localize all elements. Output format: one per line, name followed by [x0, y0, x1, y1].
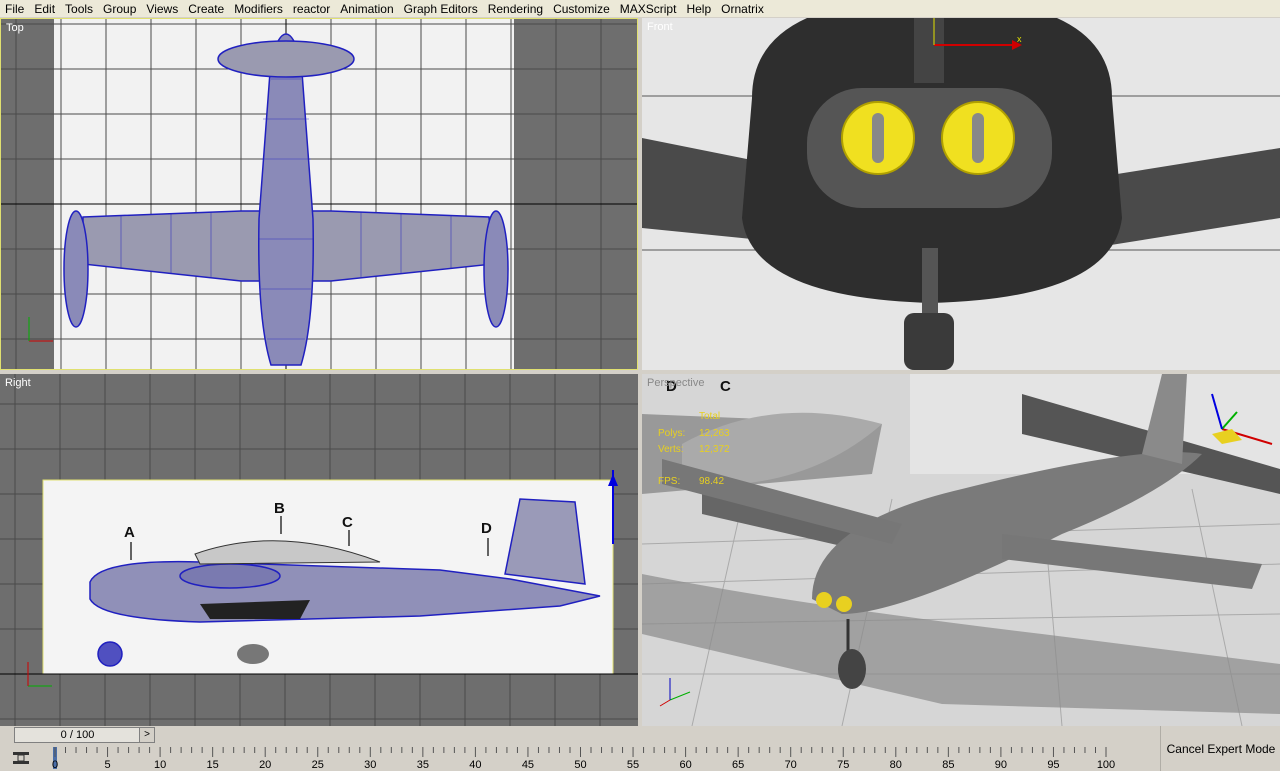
marker-a: A	[124, 524, 135, 541]
track-tick-label: 65	[732, 759, 744, 771]
track-tick-label: 60	[679, 759, 691, 771]
track-tick-label: 10	[154, 759, 166, 771]
menu-item-modifiers[interactable]: Modifiers	[229, 2, 288, 16]
time-slider-next-button[interactable]: >	[139, 727, 155, 743]
viewport-label-right[interactable]: Right	[5, 377, 31, 389]
track-tick-label: 5	[104, 759, 110, 771]
track-tick-label: 30	[364, 759, 376, 771]
track-tick-label: 85	[942, 759, 954, 771]
track-tick-label: 100	[1097, 759, 1115, 771]
menu-item-edit[interactable]: Edit	[29, 2, 60, 16]
viewport-label-perspective[interactable]: Perspective	[647, 377, 704, 389]
front-axis-x-label: x	[1017, 34, 1022, 44]
marker-d: D	[481, 520, 492, 537]
track-tick-label: 45	[522, 759, 534, 771]
menu-item-help[interactable]: Help	[681, 2, 716, 16]
menu-item-customize[interactable]: Customize	[548, 2, 615, 16]
viewport-right[interactable]: A B C D Right	[0, 374, 638, 726]
track-bar[interactable]: 0 5 10 15 20 25 30 35 40 45 50 55 60 65 70 75 80 85 90 95 10…	[44, 745, 1160, 771]
track-tick-label: 70	[785, 759, 797, 771]
track-tick-label: 80	[890, 759, 902, 771]
stats-polys-value: 12,263	[699, 428, 730, 439]
track-tick-label: 95	[1047, 759, 1059, 771]
marker-c-perspective: C	[720, 378, 731, 395]
menu-item-views[interactable]: Views	[141, 2, 183, 16]
cancel-expert-mode-button[interactable]: Cancel Expert Mode	[1160, 726, 1280, 771]
menu-item-maxscript[interactable]: MAXScript	[615, 2, 682, 16]
viewport-front[interactable]: x Front	[642, 18, 1280, 370]
menu-item-animation[interactable]: Animation	[335, 2, 398, 16]
track-bar-icon[interactable]	[12, 750, 30, 766]
stats-total-label: Total	[699, 411, 720, 422]
track-tick-label: 40	[469, 759, 481, 771]
track-tick-label: 35	[417, 759, 429, 771]
menu-item-file[interactable]: File	[0, 2, 29, 16]
menu-bar: File Edit Tools Group Views Create Modifiers re…	[0, 0, 1280, 17]
track-tick-label: 55	[627, 759, 639, 771]
track-tick-label: 75	[837, 759, 849, 771]
menu-item-create[interactable]: Create	[183, 2, 229, 16]
track-tick-label: 0	[52, 759, 58, 771]
menu-item-ornatrix[interactable]: Ornatrix	[716, 2, 769, 16]
track-tick-label: 50	[574, 759, 586, 771]
track-tick-label: 25	[312, 759, 324, 771]
track-tick-label: 20	[259, 759, 271, 771]
menu-item-reactor[interactable]: reactor	[288, 2, 335, 16]
track-tick-label: 15	[207, 759, 219, 771]
stats-polys-label: Polys:	[658, 428, 685, 439]
menu-item-graph-editors[interactable]: Graph Editors	[399, 2, 483, 16]
menu-item-rendering[interactable]: Rendering	[483, 2, 548, 16]
track-tick-label: 90	[995, 759, 1007, 771]
stats-fps-value: 98.42	[699, 476, 724, 487]
stats-verts-label: Verts:	[658, 444, 684, 455]
viewport-perspective[interactable]: Total Polys: 12,263 Verts: 12,372 FPS: 9…	[642, 374, 1280, 726]
viewport-label-front[interactable]: Front	[647, 21, 673, 33]
axis-tripod-top	[28, 317, 53, 342]
stats-fps-label: FPS:	[658, 476, 680, 487]
viewport-top[interactable]: Top	[0, 18, 638, 370]
stats-verts-value: 12,372	[699, 444, 730, 455]
viewport-label-top[interactable]: Top	[6, 22, 24, 34]
menu-item-tools[interactable]: Tools	[60, 2, 98, 16]
time-slider[interactable]: 0 / 100	[14, 727, 141, 743]
marker-c: C	[342, 514, 353, 531]
menu-item-group[interactable]: Group	[98, 2, 141, 16]
marker-b: B	[274, 500, 285, 517]
